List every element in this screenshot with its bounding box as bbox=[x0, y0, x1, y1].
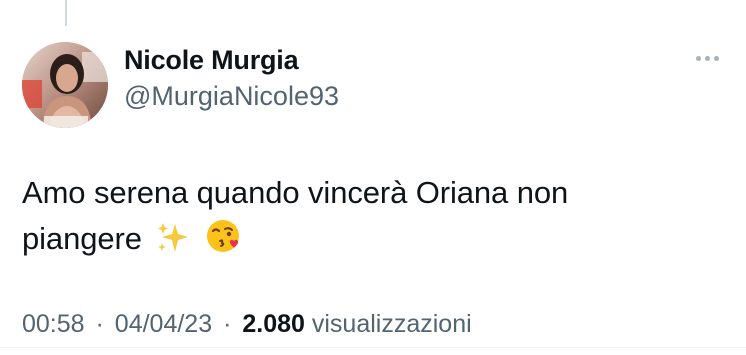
tweet-metadata: 00:58 · 04/04/23 · 2.080 visualizzazioni bbox=[22, 308, 472, 340]
thread-connector-line bbox=[65, 0, 67, 26]
profile-photo-icon bbox=[22, 42, 108, 128]
separator: · bbox=[223, 310, 232, 338]
tweet-text: Amo serena quando vincerà Oriana non pia… bbox=[22, 170, 622, 268]
more-horizontal-icon bbox=[695, 55, 701, 61]
tweet-time[interactable]: 00:58 bbox=[22, 310, 85, 338]
divider bbox=[0, 347, 746, 348]
more-options-button[interactable] bbox=[690, 46, 724, 70]
author-handle[interactable]: @MurgiaNicole93 bbox=[124, 80, 339, 112]
views-count: 2.080 bbox=[242, 310, 305, 338]
more-horizontal-icon-dot bbox=[713, 55, 719, 61]
more-horizontal-icon-dot bbox=[704, 55, 710, 61]
tweet-text-content: Amo serena quando vincerà Oriana non pia… bbox=[22, 175, 569, 256]
separator: · bbox=[95, 310, 104, 338]
tweet-date[interactable]: 04/04/23 bbox=[115, 310, 212, 338]
avatar[interactable] bbox=[22, 42, 108, 128]
face-blowing-kiss-emoji bbox=[205, 217, 243, 268]
author-display-name[interactable]: Nicole Murgia bbox=[124, 44, 339, 76]
author-block: Nicole Murgia @MurgiaNicole93 bbox=[124, 44, 339, 112]
sparkles-emoji bbox=[156, 221, 190, 268]
views-label: visualizzazioni bbox=[311, 310, 472, 338]
